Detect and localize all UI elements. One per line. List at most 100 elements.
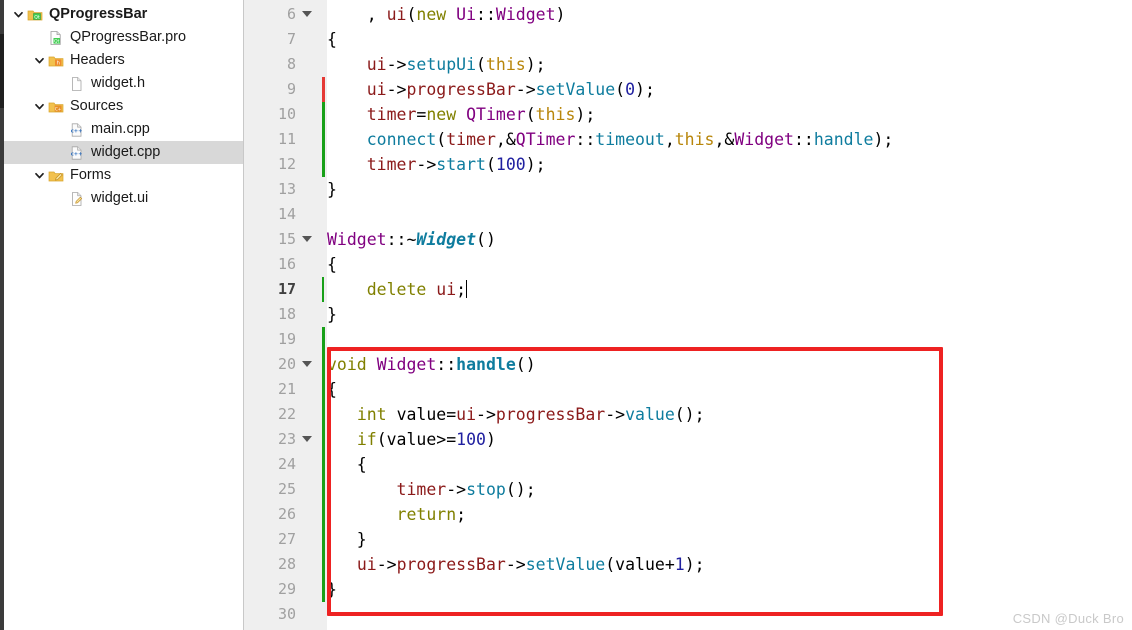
chevron-down-icon[interactable] — [31, 170, 47, 181]
change-marker-green — [322, 427, 325, 452]
code-text: { — [327, 455, 367, 474]
line-number: 12 — [277, 155, 296, 173]
line-number: 26 — [277, 505, 296, 523]
change-marker-red — [322, 77, 325, 102]
chevron-down-icon[interactable] — [10, 9, 26, 20]
code-line[interactable]: 9 ui->progressBar->setValue(0); — [244, 77, 1132, 102]
code-text: delete ui; — [366, 280, 468, 299]
fold-arrow-icon[interactable] — [302, 361, 312, 367]
code-line[interactable]: 19 — [244, 327, 1132, 352]
change-marker-green — [322, 577, 325, 602]
code-text: if(value>=100) — [356, 430, 496, 449]
tree-item-forms[interactable]: Forms — [4, 164, 243, 187]
sources-folder-icon: C+ — [47, 99, 65, 115]
change-marker-green — [322, 552, 325, 577]
code-line[interactable]: 11 connect(timer,&QTimer::timeout,this,&… — [244, 127, 1132, 152]
line-number: 6 — [286, 5, 296, 23]
svg-text:C+: C+ — [55, 106, 62, 111]
line-number: 25 — [277, 480, 296, 498]
code-line[interactable]: 23 if(value>=100) — [244, 427, 1132, 452]
code-editor[interactable]: 6 , ui(new Ui::Widget) 7{8 ui->setupUi(th… — [244, 0, 1132, 630]
line-number: 21 — [277, 380, 296, 398]
forms-folder-icon — [47, 168, 65, 184]
code-text: ui->setupUi(this); — [366, 55, 546, 74]
code-line[interactable]: 10 timer=new QTimer(this); — [244, 102, 1132, 127]
tree-item-qprogressbar[interactable]: Qt QProgressBar — [4, 3, 243, 26]
code-line[interactable]: 15 Widget::~Widget() — [244, 227, 1132, 252]
tree-item-qprogressbar-pro[interactable]: Qt QProgressBar.pro — [4, 26, 243, 49]
code-text: { — [327, 380, 337, 399]
code-line[interactable]: 27 } — [244, 527, 1132, 552]
change-marker-green — [322, 102, 325, 127]
code-text: return; — [396, 505, 467, 524]
code-line[interactable]: 16 { — [244, 252, 1132, 277]
code-line[interactable]: 18} — [244, 302, 1132, 327]
code-line[interactable]: 28 ui->progressBar->setValue(value+1); — [244, 552, 1132, 577]
tree-item-main-cpp[interactable]: c++ main.cpp — [4, 118, 243, 141]
code-line[interactable]: 14 — [244, 202, 1132, 227]
line-number: 9 — [286, 80, 296, 98]
tree-item-label: QProgressBar.pro — [70, 29, 187, 45]
tree-item-label: QProgressBar — [49, 6, 148, 22]
line-number: 13 — [277, 180, 296, 198]
tree-item-headers[interactable]: h Headers — [4, 49, 243, 72]
tree-item-sources[interactable]: C+ Sources — [4, 95, 243, 118]
code-text: { — [327, 255, 337, 274]
tree-item-label: Headers — [70, 52, 125, 68]
tree-item-widget-h[interactable]: widget.h — [4, 72, 243, 95]
code-line[interactable]: 6 , ui(new Ui::Widget) — [244, 2, 1132, 27]
change-marker-green — [322, 527, 325, 552]
headers-folder-icon: h — [47, 53, 65, 69]
project-tree[interactable]: Qt QProgressBar Qt QProgressBar.pro h Headers… — [4, 0, 243, 210]
code-text: ui->progressBar->setValue(0); — [366, 80, 655, 99]
change-marker-green — [322, 277, 324, 302]
code-line[interactable]: 13} — [244, 177, 1132, 202]
change-marker-green — [322, 352, 325, 377]
code-line[interactable]: 7{ — [244, 27, 1132, 52]
code-line[interactable]: 21 { — [244, 377, 1132, 402]
code-line[interactable]: 8 ui->setupUi(this); — [244, 52, 1132, 77]
code-line[interactable]: 12 timer->start(100); — [244, 152, 1132, 177]
qt-pro-file-icon: Qt — [47, 30, 65, 46]
code-line[interactable]: 24 { — [244, 452, 1132, 477]
line-number: 29 — [277, 580, 296, 598]
change-marker-green — [322, 502, 325, 527]
cpp-file-icon: c++ — [68, 145, 86, 161]
tree-item-label: widget.h — [91, 75, 146, 91]
fold-arrow-icon[interactable] — [302, 11, 312, 17]
code-text: } — [327, 580, 337, 599]
line-number: 10 — [277, 105, 296, 123]
line-number: 8 — [286, 55, 296, 73]
code-line[interactable]: 29} — [244, 577, 1132, 602]
project-tree-sidebar[interactable]: Qt QProgressBar Qt QProgressBar.pro h Headers… — [4, 0, 244, 630]
tree-item-widget-cpp[interactable]: c++ widget.cpp — [4, 141, 243, 164]
line-number: 17 — [277, 280, 296, 298]
tree-item-widget-ui[interactable]: widget.ui — [4, 187, 243, 210]
change-marker-green — [322, 452, 325, 477]
code-text: } — [327, 305, 337, 324]
code-line[interactable]: 26 return; — [244, 502, 1132, 527]
line-number: 15 — [277, 230, 296, 248]
chevron-down-icon[interactable] — [31, 101, 47, 112]
code-text: Widget::~Widget() — [327, 230, 496, 249]
code-text: } — [327, 530, 367, 549]
fold-arrow-icon[interactable] — [302, 236, 312, 242]
code-line[interactable]: 25 timer->stop(); — [244, 477, 1132, 502]
code-line[interactable]: 20 void Widget::handle() — [244, 352, 1132, 377]
change-marker-green — [322, 127, 325, 152]
code-text: void Widget::handle() — [327, 355, 536, 374]
line-number: 20 — [277, 355, 296, 373]
header-file-icon — [68, 76, 86, 92]
fold-arrow-icon[interactable] — [302, 436, 312, 442]
code-text: timer->stop(); — [396, 480, 536, 499]
code-text: { — [327, 30, 337, 49]
svg-text:Qt: Qt — [34, 14, 40, 20]
line-number: 28 — [277, 555, 296, 573]
code-line[interactable]: 22 int value=ui->progressBar->value(); — [244, 402, 1132, 427]
svg-text:h: h — [56, 60, 59, 66]
qt-project-folder-icon: Qt — [26, 7, 44, 23]
chevron-down-icon[interactable] — [31, 55, 47, 66]
line-number: 27 — [277, 530, 296, 548]
code-line[interactable]: 17 delete ui; — [244, 277, 1132, 302]
code-line[interactable]: 30 — [244, 602, 1132, 627]
